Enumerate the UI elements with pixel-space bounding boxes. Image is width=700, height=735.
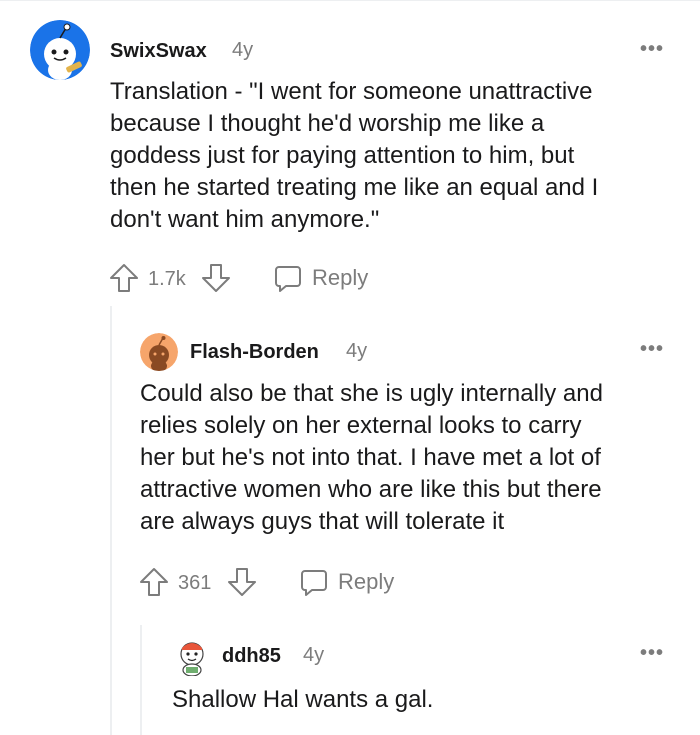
downvote-arrow-icon [228,568,256,596]
upvote-arrow-icon [110,264,138,292]
more-options-button[interactable]: ••• [640,38,664,61]
comment-body-line: Shallow Hal wants a gal. [172,686,434,713]
avatar[interactable] [30,20,90,80]
comment-body-line: attractive women who are like this but t… [140,476,602,503]
timestamp: 4y [346,340,368,362]
username[interactable]: ddh85 [222,645,281,668]
comment-body-line: goddess just for paying attention to him… [110,142,575,169]
vote-count: 1.7k [148,268,186,290]
timestamp: 4y [303,644,325,666]
comment-body-line: Translation - "I went for someone unattr… [110,78,593,105]
upvote-button[interactable] [138,566,170,598]
reply-button[interactable]: Reply [298,566,394,598]
comment-body-line: relies solely on her external looks to c… [140,412,582,439]
reply-label: Reply [338,569,395,594]
upvote-arrow-icon [140,568,168,596]
comment-body-line: are always guys that will tolerate it [140,508,505,535]
more-options-button[interactable]: ••• [640,642,664,665]
more-options-button[interactable]: ••• [640,338,664,361]
reply-button[interactable]: Reply [272,262,368,294]
comment-body-line: because I thought he'd worship me like a [110,110,545,137]
downvote-button[interactable] [200,262,232,294]
reply-label: Reply [312,265,369,290]
vote-count: 361 [178,572,212,594]
comment-body-line: then he started treating me like an equa… [110,174,599,201]
timestamp: 4y [232,39,254,61]
avatar[interactable] [140,333,178,371]
speech-bubble-icon [301,570,327,596]
downvote-button[interactable] [226,566,258,598]
username[interactable]: Flash-Borden [190,341,319,364]
snoo-avatar-orange-icon [140,333,178,371]
avatar[interactable] [172,636,212,676]
speech-bubble-icon [275,266,301,292]
thread-line-2[interactable] [140,625,142,735]
top-divider [0,0,700,1]
comment-body-line: her but he's not into that. I have met a… [140,444,601,471]
upvote-button[interactable] [108,262,140,294]
comment-body-line: Could also be that she is ugly internall… [140,380,603,407]
thread-line-1[interactable] [110,306,112,735]
snoo-avatar-blue-icon [30,20,90,80]
downvote-arrow-icon [202,264,230,292]
comment-body-line: don't want him anymore." [110,206,380,233]
snoo-avatar-white-icon [180,642,204,676]
username[interactable]: SwixSwax [110,40,207,63]
